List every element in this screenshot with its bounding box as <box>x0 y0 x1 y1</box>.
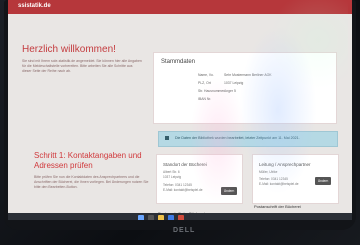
stammdaten-title: Stammdaten <box>161 59 196 65</box>
welcome-intro: Sie sind mit Ihrem sole-statistik.de ang… <box>22 59 142 73</box>
stammdaten-label: PLZ, Ort <box>198 81 211 85</box>
stammdaten-label: Str. Hausnummer <box>198 89 225 93</box>
card-leitung: Leitung / Ansprechpartner Müller, Ulrike… <box>252 154 339 204</box>
file-explorer-icon[interactable] <box>158 215 164 220</box>
card-line: Telefon: 0341 12345 <box>163 183 192 187</box>
page-content: Herzlich willkommen! Sie sind mit Ihrem … <box>8 14 352 216</box>
site-name[interactable]: ssistatik.de <box>18 3 51 9</box>
edit-standort-button[interactable]: Ändern <box>221 187 238 195</box>
alert-text: Die Daten der Bibliothek wurden bearbeit… <box>175 136 300 140</box>
stammdaten-value: Sehr Mustermann Berliner AOK <box>224 73 272 77</box>
monitor-frame: ssistatik.de Herzlich willkommen! Sie si… <box>4 0 356 234</box>
browser-screen: ssistatik.de Herzlich willkommen! Sie si… <box>8 0 352 220</box>
card-line: 1037 Leipzig <box>163 175 182 179</box>
windows-start-icon[interactable] <box>138 215 144 220</box>
welcome-title: Herzlich willkommen! <box>22 44 116 55</box>
site-header: ssistatik.de <box>8 0 352 14</box>
stammdaten-panel: Stammdaten Name, Vo. Sehr Mustermann Ber… <box>153 52 337 124</box>
taskbar <box>8 213 352 220</box>
card-title: Standort der Bücherei <box>163 162 207 167</box>
search-icon[interactable] <box>148 215 154 220</box>
card-line: E-Mail: kontakt@beispiel.de <box>259 182 299 186</box>
edit-leitung-button[interactable]: Ändern <box>315 177 332 185</box>
info-icon <box>165 136 169 140</box>
stammdaten-label: Name, Vo. <box>198 73 214 77</box>
card-title: Leitung / Ansprechpartner <box>259 162 311 167</box>
app-icon[interactable] <box>178 215 184 220</box>
step1-title: Schritt 1: Kontaktangaben und Adressen p… <box>34 151 142 170</box>
card-line: E-Mail: kontakt@beispiel.de <box>163 188 203 192</box>
info-alert: Die Daten der Bibliothek wurden bearbeit… <box>158 131 338 147</box>
card-line: Albert Str. 6 <box>163 170 180 174</box>
card-line: Telefon: 0341 12345 <box>259 177 288 181</box>
step1-text: Bitte prüfen Sie nun die Kontaktdaten de… <box>34 175 149 189</box>
monitor-brand-logo: DELL <box>173 227 196 234</box>
postanschrift-label-2: Postanschrift der Bücherei <box>254 204 301 209</box>
card-line: Müller, Ulrike <box>259 170 278 174</box>
card-standort: Standort der Bücherei Albert Str. 6 1037… <box>156 154 243 204</box>
stammdaten-label: IBAN Nr. <box>198 97 212 101</box>
stammdaten-value: 1037 Leipzig <box>224 81 244 85</box>
stammdaten-value: Anger 5 <box>224 89 236 93</box>
edge-browser-icon[interactable] <box>168 215 174 220</box>
